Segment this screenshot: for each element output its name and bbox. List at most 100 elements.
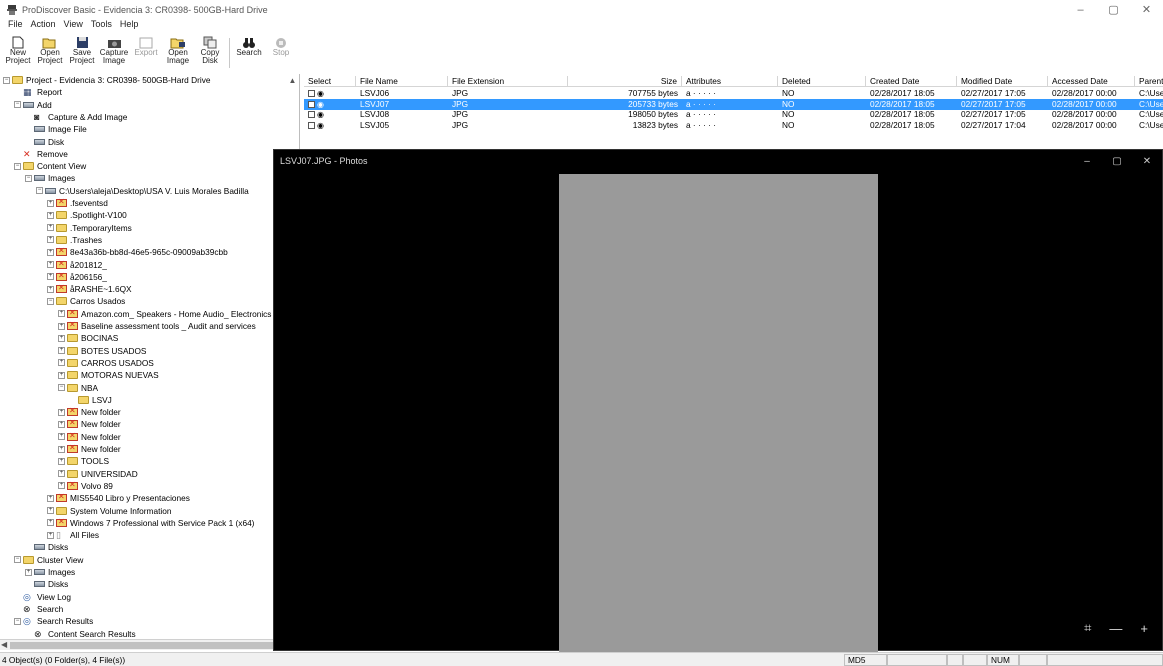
zoom-out-icon[interactable]: — xyxy=(1109,621,1122,636)
tree-item[interactable]: − Carros Usados xyxy=(47,296,125,306)
tree-item[interactable]: + BOCINAS xyxy=(58,333,118,343)
tree-item[interactable]: ⊗ Content Search Results xyxy=(25,629,136,639)
column-header-size[interactable]: Size xyxy=(568,76,682,87)
expand-icon[interactable]: + xyxy=(47,494,54,502)
column-header-parent-folder[interactable]: Parent Folder xyxy=(1135,76,1163,87)
expand-icon[interactable]: + xyxy=(58,322,65,330)
save-project-button[interactable]: Save Project xyxy=(66,34,98,72)
view-file-icon[interactable]: ◉ xyxy=(317,120,324,131)
checkbox[interactable] xyxy=(308,100,315,108)
zoom-in-icon[interactable]: + xyxy=(1140,621,1148,636)
column-header-created-date[interactable]: Created Date xyxy=(866,76,957,87)
table-row[interactable]: ◉ LSVJ05 JPG 13823 bytes a · · · · · NO 02/28/… xyxy=(304,120,1163,131)
column-header-attributes[interactable]: Attributes xyxy=(682,76,778,87)
tree-item[interactable]: + New folder xyxy=(58,443,121,454)
menu-help[interactable]: Help xyxy=(116,19,143,33)
expand-icon[interactable]: + xyxy=(58,371,65,379)
tree-item[interactable]: Disks xyxy=(25,542,68,552)
expand-icon[interactable]: + xyxy=(47,285,54,293)
expand-icon[interactable]: + xyxy=(47,248,54,256)
select-checkbox[interactable]: ◉ xyxy=(304,120,356,131)
expand-icon[interactable]: + xyxy=(58,347,65,355)
select-checkbox[interactable]: ◉ xyxy=(304,88,356,99)
tree-item[interactable]: − Images xyxy=(25,173,75,183)
close-button[interactable]: ✕ xyxy=(1130,0,1163,19)
tree-item[interactable]: + ▯ All Files xyxy=(47,530,99,540)
tree-item[interactable]: + å201812_ xyxy=(47,259,107,270)
expand-icon[interactable]: + xyxy=(58,408,65,416)
tree-item[interactable]: − Add xyxy=(14,100,52,110)
tree-item[interactable]: ✕ Remove xyxy=(14,149,68,159)
tree-item[interactable]: LSVJ xyxy=(69,395,112,405)
checkbox[interactable] xyxy=(308,121,315,129)
collapse-icon[interactable]: − xyxy=(14,162,21,170)
tree-item[interactable]: + .Trashes xyxy=(47,235,102,245)
tree-item[interactable]: − Project - Evidencia 3: CR0398- 500GB-Ha… xyxy=(3,75,210,85)
maximize-button[interactable]: ▢ xyxy=(1097,0,1130,19)
expand-icon[interactable]: + xyxy=(58,359,65,367)
tree-item[interactable]: + Images xyxy=(25,567,75,577)
tree-item[interactable]: − C:\Users\aleja\Desktop\USA V. Luis Mora… xyxy=(36,186,249,196)
expand-icon[interactable]: + xyxy=(47,211,54,219)
expand-icon[interactable]: + xyxy=(58,433,65,441)
tree-item[interactable]: + Amazon.com_ Speakers - Home Audio_ Elec… xyxy=(58,308,271,319)
fit-to-window-icon[interactable]: ⌗ xyxy=(1084,620,1091,636)
column-header-modified-date[interactable]: Modified Date xyxy=(957,76,1048,87)
expand-icon[interactable]: + xyxy=(47,236,54,244)
expand-icon[interactable]: + xyxy=(58,482,65,490)
collapse-icon[interactable]: − xyxy=(14,556,21,564)
expand-icon[interactable]: + xyxy=(47,519,54,527)
collapse-icon[interactable]: − xyxy=(14,101,21,109)
search-button[interactable]: Search xyxy=(233,34,265,72)
expand-icon[interactable]: + xyxy=(47,199,54,207)
column-header-file-extension[interactable]: File Extension xyxy=(448,76,568,87)
tree-item[interactable]: + MIS5540 Libro y Presentaciones xyxy=(47,492,190,503)
photos-close-button[interactable]: ✕ xyxy=(1132,150,1162,172)
column-header-file-name[interactable]: File Name xyxy=(356,76,448,87)
tree-item[interactable]: − NBA xyxy=(58,383,98,393)
tree-item[interactable]: + .TemporaryItems xyxy=(47,223,132,233)
tree-item[interactable]: + New folder xyxy=(58,431,121,442)
collapse-icon[interactable]: − xyxy=(3,76,10,84)
expand-icon[interactable]: + xyxy=(58,445,65,453)
expand-icon[interactable]: + xyxy=(47,507,54,514)
tree-item[interactable]: + å206156_ xyxy=(47,271,107,282)
tree-item[interactable]: − Content View xyxy=(14,161,86,171)
table-row[interactable]: ◉ LSVJ08 JPG 198050 bytes a · · · · · NO 02/28… xyxy=(304,109,1163,120)
expand-icon[interactable]: + xyxy=(58,470,65,478)
open-project-button[interactable]: Open Project xyxy=(34,34,66,72)
capture-image-button[interactable]: Capture Image xyxy=(98,34,130,72)
expand-icon[interactable]: + xyxy=(47,531,54,539)
collapse-icon[interactable]: − xyxy=(47,297,54,305)
tree-item[interactable]: + New folder xyxy=(58,406,121,417)
checkbox[interactable] xyxy=(308,111,315,119)
expand-icon[interactable]: + xyxy=(58,334,65,342)
tree-item[interactable]: Disks xyxy=(25,579,68,589)
tree-item[interactable]: + New folder xyxy=(58,418,121,429)
menu-action[interactable]: Action xyxy=(27,19,60,33)
expand-icon[interactable]: + xyxy=(58,457,65,465)
checkbox[interactable] xyxy=(308,90,315,98)
tree-horizontal-scrollbar[interactable]: ◀ xyxy=(0,639,300,650)
expand-icon[interactable]: + xyxy=(25,568,32,576)
new-project-button[interactable]: New Project xyxy=(2,34,34,72)
tree-scroll-up-icon[interactable]: ▲ xyxy=(287,76,298,86)
tree-item[interactable]: + UNIVERSIDAD xyxy=(58,469,138,479)
select-checkbox[interactable]: ◉ xyxy=(304,109,356,120)
menu-tools[interactable]: Tools xyxy=(87,19,116,33)
tree-item[interactable]: ⊗ Search xyxy=(14,604,63,614)
photos-maximize-button[interactable]: ▢ xyxy=(1102,150,1132,172)
project-tree[interactable]: − Project - Evidencia 3: CR0398- 500GB-Ha… xyxy=(0,74,300,651)
tree-item[interactable]: − Cluster View xyxy=(14,555,83,565)
view-file-icon[interactable]: ◉ xyxy=(317,88,324,99)
tree-item[interactable]: Disk xyxy=(25,137,64,147)
collapse-icon[interactable]: − xyxy=(58,384,65,391)
expand-icon[interactable]: + xyxy=(47,224,54,232)
select-checkbox[interactable]: ◉ xyxy=(304,99,356,110)
column-header-select[interactable]: Select xyxy=(304,76,356,87)
view-file-icon[interactable]: ◉ xyxy=(317,109,324,120)
table-row[interactable]: ◉ LSVJ06 JPG 707755 bytes a · · · · · NO 02/28… xyxy=(304,88,1163,99)
collapse-icon[interactable]: − xyxy=(36,187,43,195)
photos-minimize-button[interactable]: – xyxy=(1072,150,1102,172)
tree-item[interactable]: ▦ Report xyxy=(14,87,62,97)
